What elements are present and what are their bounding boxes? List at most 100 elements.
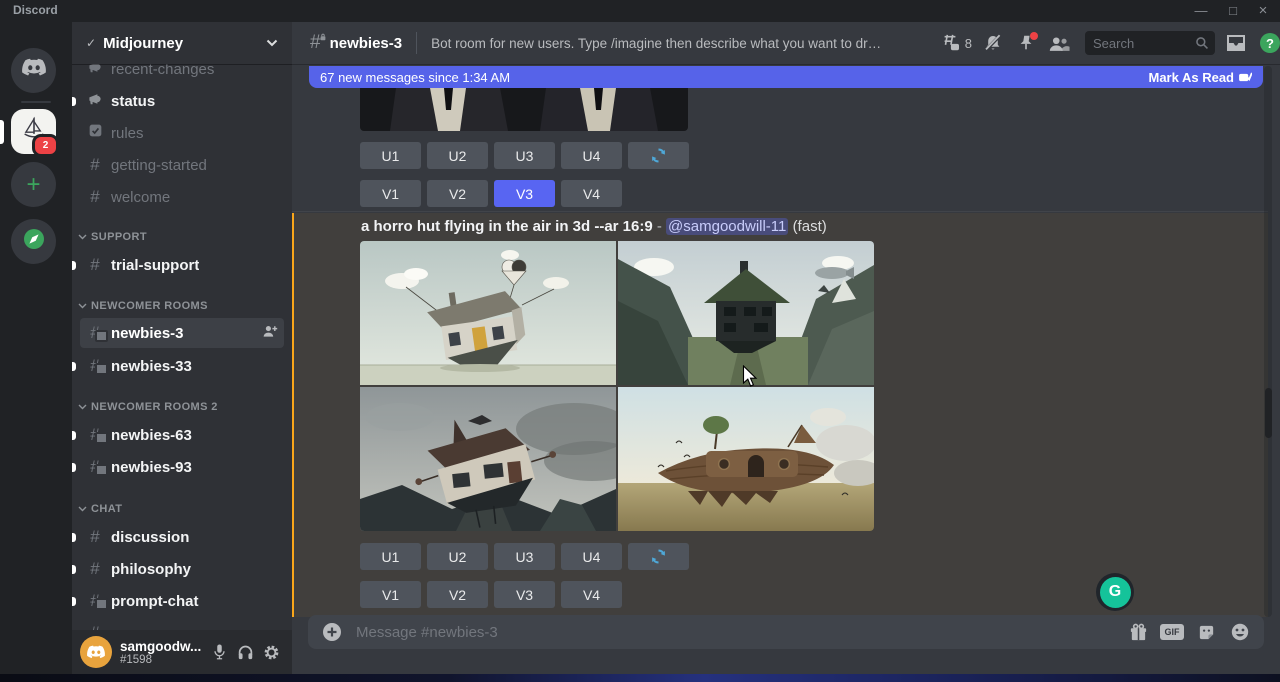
generated-image-1[interactable] (360, 241, 616, 385)
upscale-button-u2[interactable]: U2 (427, 543, 488, 570)
taskbar-edge (0, 674, 1280, 682)
variation-button-v3-active[interactable]: V3 (494, 180, 555, 207)
mic-button[interactable] (206, 639, 232, 665)
category-chat[interactable]: CHAT (78, 500, 278, 518)
active-server-pill (0, 120, 4, 144)
sidebar-item-rules[interactable]: rules (80, 119, 284, 147)
sidebar-item-newbies-33[interactable]: # newbies-33 (80, 352, 284, 380)
pinned-messages-button[interactable] (1014, 31, 1038, 55)
variation-button-v1[interactable]: V1 (360, 581, 421, 608)
new-messages-banner[interactable]: 67 new messages since 1:34 AM Mark As Re… (309, 66, 1263, 88)
channel-label: newbies-3 (111, 325, 184, 342)
variation-button-v1[interactable]: V1 (360, 180, 421, 207)
variation-button-v3[interactable]: V3 (494, 581, 555, 608)
variation-button-v4[interactable]: V4 (561, 180, 622, 207)
sidebar-item-getting-started[interactable]: # getting-started (80, 151, 284, 179)
grammarly-widget[interactable]: G (1096, 573, 1134, 611)
upscale-button-u2[interactable]: U2 (427, 142, 488, 169)
rules-checkbox-icon (86, 123, 104, 143)
banner-text: 67 new messages since 1:34 AM (320, 70, 510, 85)
category-newcomer-rooms-2[interactable]: NEWCOMER ROOMS 2 (78, 398, 278, 416)
message-composer[interactable]: GIF (308, 615, 1264, 649)
attach-button[interactable] (320, 620, 344, 644)
channel-topic[interactable]: Bot room for new users. Type /imagine th… (431, 36, 883, 51)
message-input[interactable] (354, 623, 1116, 642)
rerun-button[interactable] (628, 142, 689, 169)
sidebar-item-newbies-3[interactable]: # newbies-3 (80, 318, 284, 348)
chat-scrollbar-track[interactable] (1264, 66, 1272, 617)
inbox-button[interactable] (1224, 31, 1248, 55)
generated-image-4[interactable] (618, 387, 874, 531)
sidebar-item-welcome[interactable]: # welcome (80, 183, 284, 211)
category-support[interactable]: SUPPORT (78, 228, 278, 246)
window-maximize-button[interactable]: □ (1218, 0, 1248, 22)
sidebar-item-newbies-63[interactable]: # newbies-63 (80, 421, 284, 449)
home-button[interactable] (11, 48, 56, 93)
server-icon-midjourney[interactable]: 2 (11, 109, 56, 154)
upscale-button-u1[interactable]: U1 (360, 543, 421, 570)
mark-as-read-button[interactable]: Mark As Read (1149, 70, 1253, 85)
server-header[interactable]: ✓ Midjourney (72, 22, 292, 64)
mouse-cursor (742, 365, 760, 394)
generated-image-partial[interactable] (360, 88, 688, 131)
upscale-button-u3[interactable]: U3 (494, 543, 555, 570)
variation-button-v2[interactable]: V2 (427, 581, 488, 608)
rerun-button[interactable] (628, 543, 689, 570)
hash-bubble-icon: # (86, 323, 104, 343)
settings-button[interactable] (258, 639, 284, 665)
user-discriminator: #1598 (120, 654, 206, 666)
chevron-small-icon (78, 404, 87, 410)
chat-scrollbar-thumb[interactable] (1265, 388, 1272, 438)
explore-servers-button[interactable] (11, 219, 56, 264)
sidebar-item-philosophy[interactable]: # philosophy (80, 555, 284, 583)
sidebar-item-newbies-93[interactable]: # newbies-93 (80, 453, 284, 481)
sticker-button[interactable] (1194, 620, 1218, 644)
window-minimize-button[interactable]: — (1186, 0, 1216, 22)
sidebar-item-prompt-chat[interactable]: # prompt-chat (80, 587, 284, 615)
search-input[interactable] (1091, 35, 1195, 52)
threads-icon (940, 34, 960, 52)
sidebar-item-trial-support[interactable]: # trial-support (80, 251, 284, 279)
pin-alert-dot (1030, 32, 1038, 40)
user-mention[interactable]: @samgoodwill-11 (666, 218, 788, 235)
notification-settings-button[interactable] (981, 31, 1005, 55)
channel-label: newbies-63 (111, 427, 192, 444)
generated-image-2[interactable] (618, 241, 874, 385)
upscale-button-u4[interactable]: U4 (561, 543, 622, 570)
threads-button[interactable] (938, 31, 962, 55)
create-invite-icon[interactable] (262, 324, 278, 343)
sidebar-item-discussion[interactable]: # discussion (80, 523, 284, 551)
avatar[interactable] (80, 636, 112, 668)
upscale-button-u3[interactable]: U3 (494, 142, 555, 169)
emoji-smile-icon (1230, 622, 1250, 642)
rail-divider (21, 101, 51, 103)
channel-label: discussion (111, 529, 189, 546)
member-list-button[interactable] (1047, 31, 1071, 55)
variation-button-v2[interactable]: V2 (427, 180, 488, 207)
hash-bubble-icon: # (86, 591, 104, 611)
category-label: NEWCOMER ROOMS (91, 300, 208, 312)
upscale-button-u1[interactable]: U1 (360, 142, 421, 169)
deafen-button[interactable] (232, 639, 258, 665)
emoji-button[interactable] (1228, 620, 1252, 644)
user-info[interactable]: samgoodw... #1598 (120, 639, 206, 666)
gift-button[interactable] (1126, 620, 1150, 644)
upscale-button-u4[interactable]: U4 (561, 142, 622, 169)
variation-button-v4[interactable]: V4 (561, 581, 622, 608)
refresh-icon (650, 548, 667, 565)
plus-icon: + (26, 173, 40, 197)
sidebar-item-status[interactable]: status (80, 87, 284, 115)
add-server-button[interactable]: + (11, 162, 56, 207)
help-button[interactable]: ? (1260, 33, 1280, 53)
window-close-button[interactable]: × (1248, 0, 1278, 22)
server-rail: 2 + (0, 22, 72, 674)
generated-image-3[interactable] (360, 387, 616, 531)
plus-circle-icon (322, 622, 342, 642)
category-newcomer-rooms[interactable]: NEWCOMER ROOMS (78, 297, 278, 315)
hash-icon: # (86, 527, 104, 547)
search-box[interactable] (1085, 31, 1215, 55)
discord-app: Discord — □ × 2 + (0, 0, 1280, 682)
unread-pill (72, 533, 76, 542)
gif-button[interactable]: GIF (1160, 620, 1184, 644)
chevron-down-icon (266, 34, 278, 52)
